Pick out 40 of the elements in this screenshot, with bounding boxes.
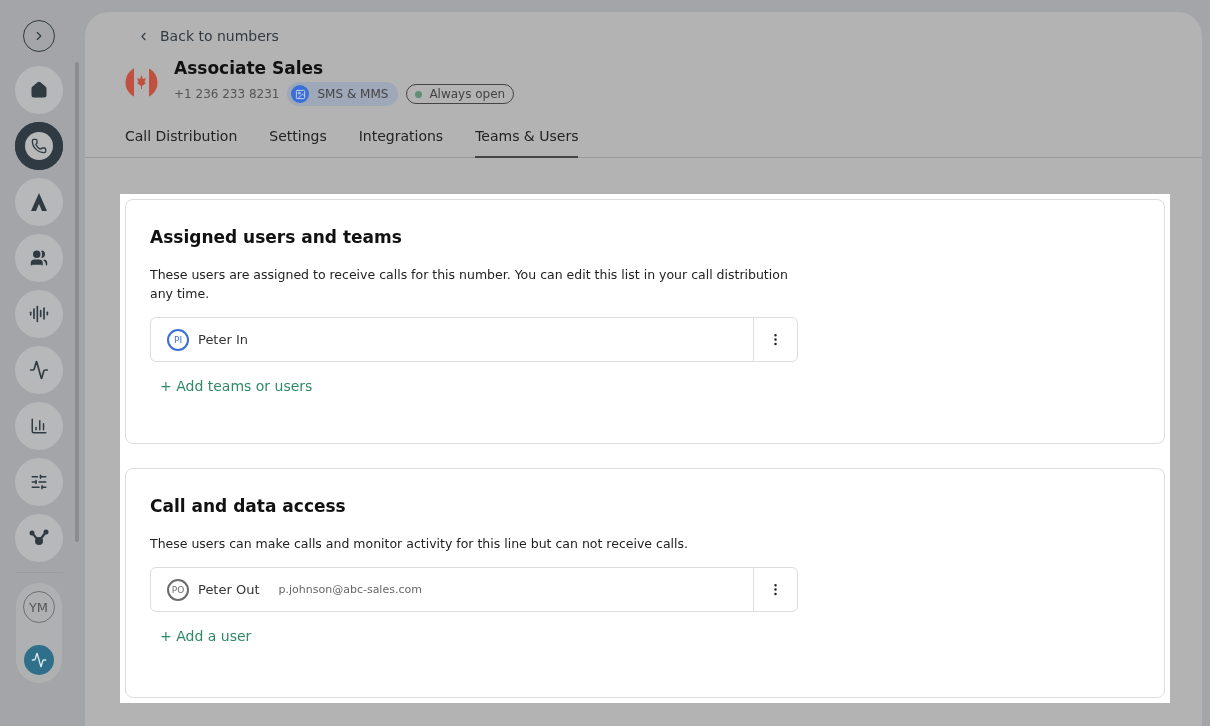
nav-button[interactable] [14,346,63,394]
nav-button[interactable] [14,178,63,226]
nav-button[interactable] [14,234,63,282]
nav-button[interactable] [14,514,63,562]
tab[interactable]: Teams & Users [475,124,579,158]
tab[interactable]: Settings [269,124,327,158]
nav-button[interactable] [14,402,63,450]
add-link[interactable]: + Add teams or users [160,378,313,394]
nav-button[interactable] [14,122,63,170]
image-icon [291,85,310,103]
back-link[interactable]: Back to numbers [137,28,1162,44]
user-email: p.johnson@abc-sales.com [278,583,422,596]
section-description: These users can make calls and monitor activity for this line but can not receive calls. [150,535,689,553]
waveform-icon [28,304,49,324]
status-button[interactable] [23,645,54,675]
pulse-icon [28,360,49,380]
users-icon [29,249,48,267]
nav-button[interactable] [14,458,63,506]
number-title: Associate Sales [174,58,325,78]
section-description: These users are assigned to receive calls for this number. You can edit this list in your call distribution any time. [150,266,789,303]
section-title: Call and data access [150,496,347,516]
phone-number: +1 236 233 8231 [174,87,280,101]
phone-icon [30,138,47,154]
nav-button[interactable] [14,66,63,114]
nav-button[interactable] [14,290,63,338]
channel-badge: SMS & MMS [287,82,399,106]
nodes-icon [28,529,49,547]
tab[interactable]: Integrations [358,124,444,158]
sliders-icon [29,473,48,491]
section-title: Assigned users and teams [150,227,403,247]
pulse-icon [30,652,47,668]
tab[interactable]: Call Distribution [125,124,238,158]
user-avatar: PO [167,578,189,601]
brand-logo-icon [28,192,49,212]
bar-chart-icon [29,417,48,435]
user-avatar: PI [167,328,189,351]
home-icon [29,81,48,99]
user-name: Peter Out [198,582,260,597]
add-link[interactable]: + Add a user [160,628,252,644]
user-name: Peter In [198,332,249,347]
